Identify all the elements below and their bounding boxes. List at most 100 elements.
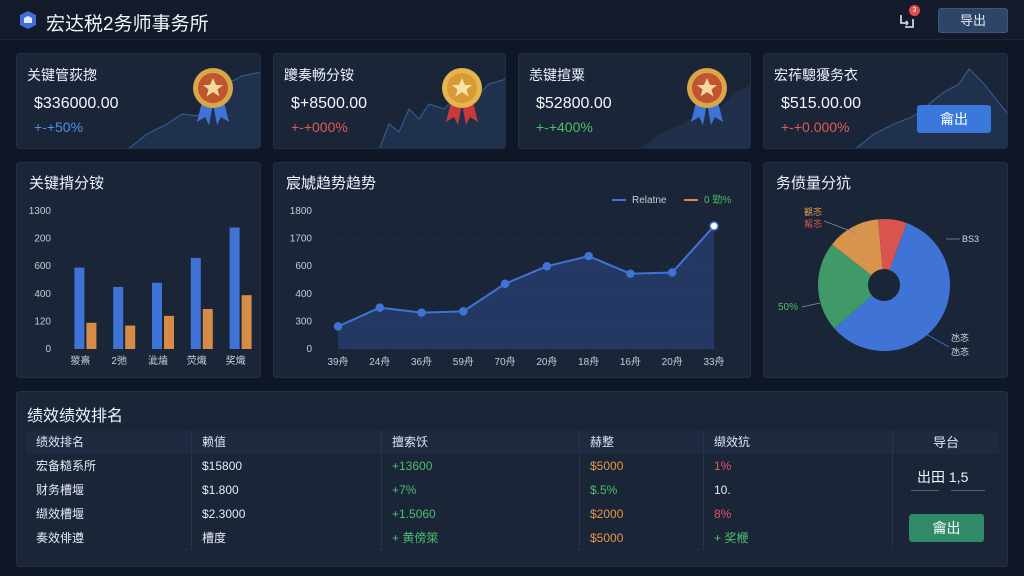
bar: [229, 227, 240, 349]
table-row[interactable]: 宏备糙系所 $15800 +13600 $5000 1%: [26, 455, 894, 478]
divider: [951, 490, 985, 491]
kpi-change: +-+0.000%: [781, 119, 850, 135]
x-tick-label: 39舟: [327, 355, 348, 368]
table-cell: $2.3000: [192, 503, 382, 526]
data-point: [542, 261, 552, 271]
kpi-title: 关键管荻揔: [27, 67, 97, 83]
kpi-value: $52800.00: [536, 95, 612, 112]
kpi-export-button[interactable]: 龠出: [917, 105, 991, 133]
y-tick-label: 1300: [29, 206, 52, 217]
x-tick-label: 24舟: [369, 355, 390, 368]
table-cell: 宏备糙系所: [26, 455, 192, 478]
kpi-card-2: 躨奏畅分铵 $+8500.00 +-+000%: [273, 53, 506, 149]
table-cell: +13600: [382, 455, 580, 478]
table-cell: 奏效俳遵: [26, 527, 192, 550]
notification-badge: 3: [909, 5, 920, 16]
table-row[interactable]: 缬效槽堰 $2.3000 +1.5060 $2000 8%: [26, 503, 894, 526]
pie-label: BS3: [962, 234, 979, 244]
x-tick-label: 33舟: [703, 355, 724, 368]
kpi-title: 躨奏畅分铵: [284, 67, 354, 83]
data-point: [709, 221, 719, 231]
y-tick-label: 0: [45, 344, 51, 355]
line-chart-panel: 宸虓趋势趋势 0 300 400 600 1700 1800 39舟 24舟 36舟 59舟 70舟…: [273, 162, 751, 378]
x-tick-label: 20舟: [662, 355, 683, 368]
x-tick-label: 18舟: [578, 355, 599, 368]
app-title: 宏达税2务师事务所: [46, 14, 209, 35]
x-tick-label: 奖熾: [226, 354, 246, 367]
x-tick-label: 16舟: [620, 355, 641, 368]
medal-icon: [442, 68, 482, 125]
ranking-title: 绩效绩效排名: [27, 408, 124, 425]
table-cell: 槽度: [192, 527, 382, 550]
y-tick-label: 300: [295, 316, 312, 327]
table-cell: +7%: [382, 479, 580, 502]
bar: [241, 295, 252, 349]
table-cell: $5000: [580, 527, 704, 550]
bar: [125, 325, 136, 349]
table-cell: 10.: [714, 483, 731, 497]
bar: [86, 322, 97, 349]
table-cell: 缬效槽堰: [26, 503, 192, 526]
medal-icon: [687, 68, 727, 125]
pie-label: 觢忞: [804, 218, 822, 229]
x-tick-label: 荧熾: [187, 354, 207, 367]
kpi-card-1: 关键管荻揔 $336000.00 +-+50%: [16, 53, 261, 149]
bar: [152, 282, 162, 349]
pie-leader: [923, 332, 950, 348]
pie-label: 覾忞: [804, 206, 822, 217]
table-export-button[interactable]: 龠出: [909, 514, 984, 542]
table-cell: $15800: [192, 455, 382, 478]
medal-icon: [193, 68, 233, 125]
x-tick-label: 猣熹: [70, 354, 90, 367]
bar: [202, 308, 213, 349]
action-header: 导台: [893, 431, 999, 454]
top-bar: 宏达税2务师事务所 3 导出: [0, 0, 1024, 40]
y-tick-label: 200: [34, 234, 51, 245]
data-point: [417, 308, 426, 317]
bar: [164, 315, 174, 349]
table-cell: +1.5060: [382, 503, 580, 526]
divider: [911, 490, 939, 491]
kpi-card-3: 恙键揎粟 $52800.00 +-+400%: [518, 53, 751, 149]
table-row[interactable]: 奏效俳遵 槽度 + 黄傍箂 $5000 + 奖楩: [26, 527, 894, 550]
x-tick-label: 泚熆: [148, 354, 168, 367]
table-row[interactable]: 财务槽堰 $1.800 +7% $.5% 10.: [26, 479, 894, 502]
table-header-row: 绩效排名 赖值 擅索饫 赫整 缬效犺: [26, 431, 894, 454]
bar: [113, 286, 124, 349]
kpi-card-4: 宏莋驄獶务衣 $515.00.00 +-+0.000% 龠出: [763, 53, 1008, 149]
x-tick-label: 59舟: [453, 355, 474, 368]
line-chart: 0 300 400 600 1700 1800 39舟 24舟 36舟 59舟 70舟 20舟 18舟 1…: [290, 193, 732, 368]
table-cell: $5000: [580, 455, 704, 478]
table-cell: + 奖楩: [714, 531, 749, 545]
kpi-change: +-+400%: [536, 119, 593, 135]
area-fill: [338, 226, 714, 349]
pie-label: 氹忞: [951, 332, 969, 343]
data-point: [667, 268, 677, 277]
kpi-value: $336000.00: [34, 95, 119, 112]
data-point: [584, 251, 593, 261]
y-tick-label: 0: [306, 344, 312, 355]
data-point: [626, 269, 635, 278]
logo-icon: [20, 11, 36, 29]
pie-leader: [823, 220, 857, 234]
column-header: 缬效犺: [714, 435, 751, 449]
donut-chart: 覾忞觢忞BS350%氹忞氹忞: [778, 206, 979, 357]
y-tick-label: 400: [295, 289, 312, 300]
export-button[interactable]: 导出: [938, 8, 1008, 33]
kpi-change: +-+000%: [291, 119, 348, 135]
pie-label: 50%: [778, 302, 798, 313]
data-point: [333, 322, 343, 331]
legend-label: 0 勁%: [704, 193, 731, 206]
column-header: 擅索饫: [382, 431, 580, 454]
legend-label: Relatne: [632, 195, 667, 206]
x-tick-label: 70舟: [495, 355, 516, 368]
pie-label: 氹忞: [951, 346, 969, 357]
bar: [190, 257, 201, 349]
table-cell: 8%: [714, 507, 732, 521]
kpi-title: 宏莋驄獶务衣: [774, 67, 858, 83]
table-cell: $2000: [580, 503, 704, 526]
kpi-title: 恙键揎粟: [529, 67, 585, 83]
y-tick-label: 400: [34, 289, 51, 300]
table-cell: $1.800: [192, 479, 382, 502]
data-point: [500, 279, 510, 289]
